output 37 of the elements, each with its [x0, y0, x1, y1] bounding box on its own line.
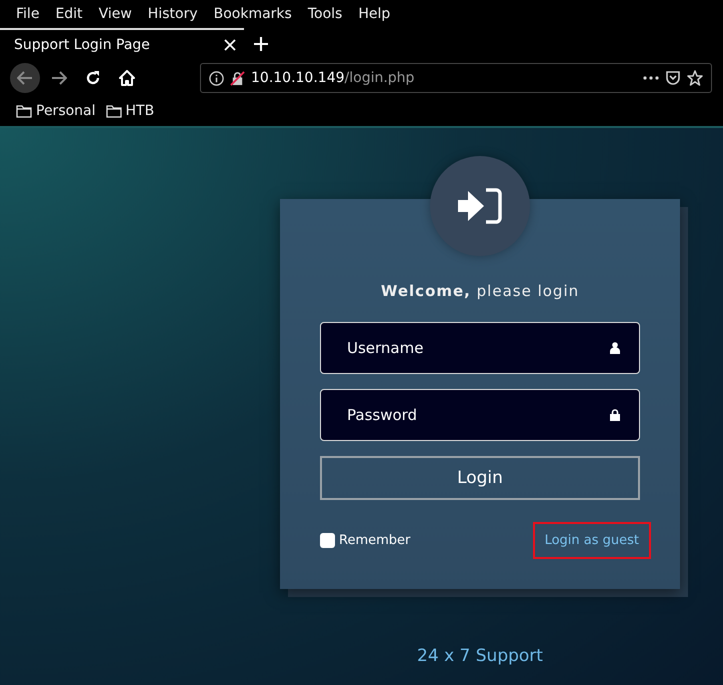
home-icon: [119, 70, 135, 86]
forward-arrow-icon: [51, 71, 67, 85]
welcome-heading: Welcome, please login: [380, 282, 580, 300]
reload-icon: [85, 70, 101, 86]
menu-item[interactable]: History: [140, 6, 206, 22]
support-text: 24 x 7 Support: [416, 646, 544, 666]
info-icon[interactable]: [209, 70, 224, 86]
user-icon: [610, 342, 620, 354]
address-bar[interactable]: 10.10.10.149/login.php: [200, 63, 712, 93]
username-field[interactable]: Username: [320, 322, 640, 374]
bookmark-item[interactable]: HTB: [126, 103, 154, 119]
password-field[interactable]: Password: [320, 389, 640, 441]
menu-item[interactable]: Bookmarks: [206, 6, 300, 22]
sign-in-icon: [458, 188, 502, 224]
menu-item[interactable]: View: [90, 6, 140, 22]
lock-icon: [610, 409, 620, 421]
back-button[interactable]: [10, 63, 40, 93]
close-icon[interactable]: [224, 39, 236, 51]
folder-icon: [106, 104, 122, 118]
remember-checkbox[interactable]: [320, 533, 335, 548]
guest-login-link[interactable]: Login as guest: [532, 522, 651, 559]
pocket-icon[interactable]: [665, 70, 681, 86]
menu-item[interactable]: File: [8, 6, 48, 22]
folder-icon: [16, 104, 32, 118]
back-arrow-icon: [17, 71, 33, 85]
browser-tab[interactable]: Support Login Page: [0, 28, 244, 60]
menu-item[interactable]: Edit: [47, 6, 91, 22]
insecure-lock-icon: [230, 70, 245, 86]
bookmark-item[interactable]: Personal: [36, 103, 96, 119]
new-tab-icon[interactable]: [254, 37, 268, 51]
more-icon[interactable]: [643, 76, 659, 80]
menu-item[interactable]: Help: [350, 6, 398, 22]
url-text: 10.10.10.149/login.php: [251, 70, 416, 86]
star-icon[interactable]: [687, 70, 703, 86]
remember-label: Remember: [339, 533, 410, 548]
menu-item[interactable]: Tools: [300, 6, 350, 22]
login-button[interactable]: Login: [320, 456, 640, 500]
